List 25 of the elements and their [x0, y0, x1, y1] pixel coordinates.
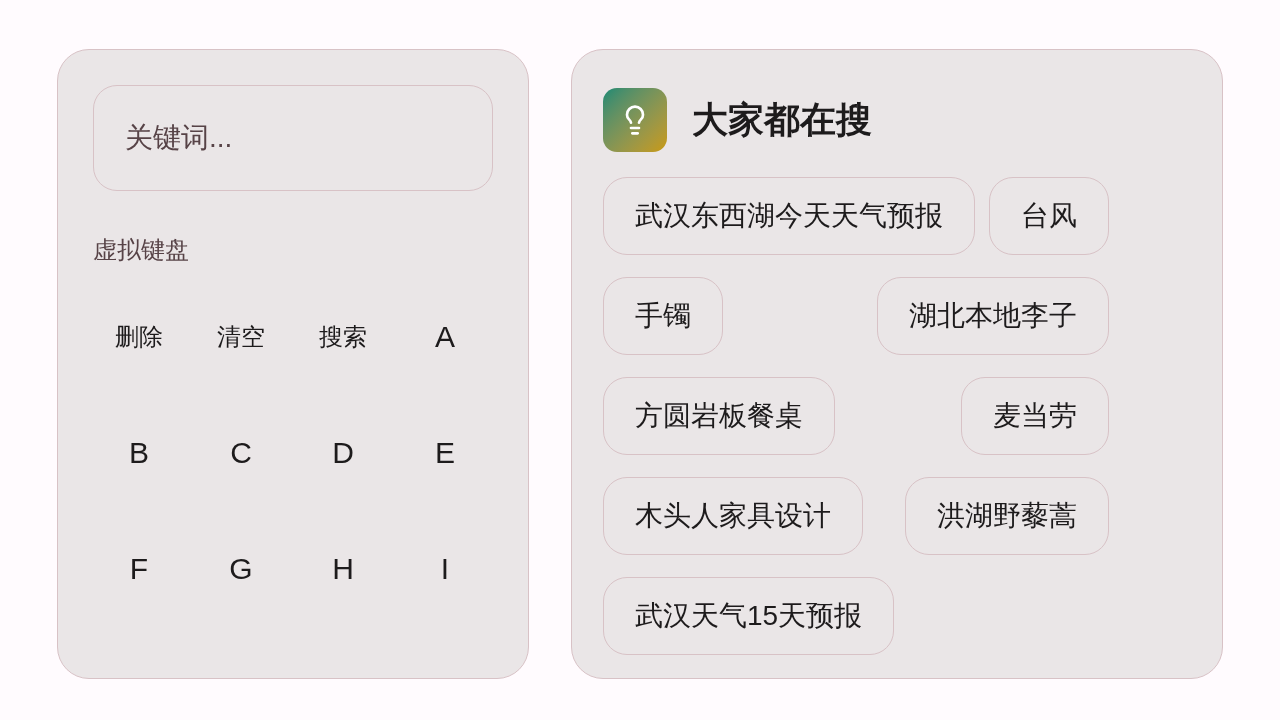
keyboard-key[interactable]: H: [328, 551, 358, 587]
trending-title: 大家都在搜: [692, 98, 872, 142]
suggestion-chip[interactable]: 洪湖野藜蒿: [905, 477, 1109, 555]
keyboard-key[interactable]: 搜索: [315, 319, 371, 355]
keyboard-key[interactable]: A: [431, 319, 459, 355]
suggestion-chip[interactable]: 方圆岩板餐桌: [603, 377, 835, 455]
suggestion-chip[interactable]: 麦当劳: [961, 377, 1109, 455]
suggestion-chip[interactable]: 手镯: [603, 277, 723, 355]
suggestion-chip[interactable]: 武汉天气15天预报: [603, 577, 895, 655]
keyboard-key[interactable]: 删除: [111, 319, 167, 355]
keyboard-key[interactable]: B: [125, 435, 153, 471]
suggestion-chip[interactable]: 湖北本地李子: [877, 277, 1109, 355]
keyboard-title: 虚拟键盘: [93, 235, 189, 265]
keyboard-key[interactable]: D: [328, 435, 358, 471]
keyboard-key[interactable]: F: [125, 551, 153, 587]
keyboard-key[interactable]: E: [431, 435, 459, 471]
keyboard-key[interactable]: I: [436, 551, 454, 587]
suggestion-chip[interactable]: 武汉东西湖今天天气预报: [603, 177, 975, 255]
suggestion-chip[interactable]: 台风: [989, 177, 1109, 255]
search-field[interactable]: 关键词...: [93, 85, 493, 191]
suggestion-chip[interactable]: 木头人家具设计: [603, 477, 863, 555]
lightbulb-icon: [603, 88, 667, 152]
keyboard-key[interactable]: G: [225, 551, 257, 587]
keyboard-key[interactable]: 清空: [213, 319, 269, 355]
keyboard-key[interactable]: C: [226, 435, 256, 471]
